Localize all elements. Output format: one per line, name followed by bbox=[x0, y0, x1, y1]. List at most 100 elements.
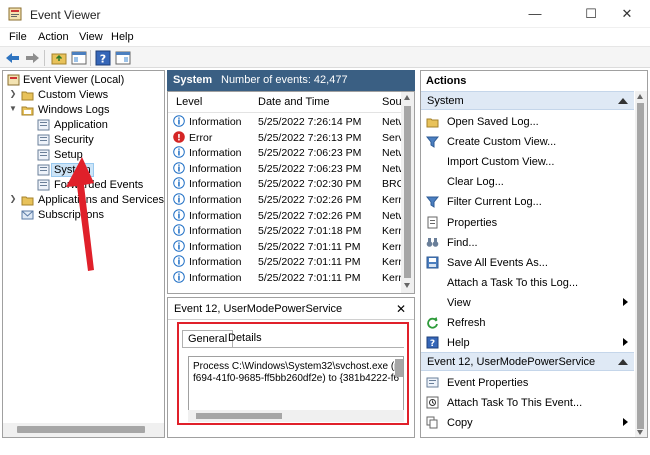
event-level: Information bbox=[189, 209, 242, 222]
binoculars-icon bbox=[426, 237, 439, 247]
event-date-time: 5/25/2022 7:06:23 PM bbox=[258, 147, 362, 160]
action-open-saved-log[interactable]: Open Saved Log... bbox=[421, 111, 634, 131]
log-header: System Number of events: 42,477 bbox=[167, 70, 415, 91]
refresh-icon bbox=[427, 317, 438, 329]
action-help[interactable]: ? Help bbox=[421, 332, 634, 352]
event-viewer-icon bbox=[7, 74, 20, 86]
event-row[interactable]: i Information 5/25/2022 7:06:23 PM Netw bbox=[168, 145, 408, 161]
log-icon bbox=[37, 119, 50, 131]
blank-icon bbox=[426, 276, 439, 289]
close-button[interactable]: ✕ bbox=[604, 0, 650, 28]
action-label: Create Custom View... bbox=[447, 136, 557, 149]
menu-action[interactable]: Action bbox=[38, 31, 69, 43]
menu-file[interactable]: File bbox=[9, 31, 27, 43]
help-toolbar-icon[interactable]: ? bbox=[94, 49, 112, 67]
action-attach-a-task-to-this-log[interactable]: Attach a Task To this Log... bbox=[421, 272, 634, 292]
event-date-time: 5/25/2022 7:01:11 PM bbox=[258, 256, 361, 269]
event-row[interactable]: ! Error 5/25/2022 7:26:13 PM Serv bbox=[168, 130, 408, 146]
action-filter-current-log[interactable]: Filter Current Log... bbox=[421, 191, 634, 211]
action-refresh[interactable]: Refresh bbox=[421, 312, 634, 332]
actions-pane: Actions System Open Saved Log... Create Cu… bbox=[420, 70, 648, 438]
action-label: Filter Current Log... bbox=[447, 196, 542, 209]
back-arrow-icon[interactable] bbox=[4, 49, 22, 67]
svg-text:i: i bbox=[178, 273, 181, 283]
attach-task-icon bbox=[426, 396, 439, 409]
event-count: Number of events: 42,477 bbox=[221, 74, 348, 86]
action-copy[interactable]: Copy bbox=[421, 412, 634, 432]
menu-help[interactable]: Help bbox=[111, 31, 134, 43]
chevron-right-icon[interactable]: ❯ bbox=[8, 89, 18, 98]
svg-text:i: i bbox=[178, 148, 181, 158]
submenu-arrow-icon bbox=[623, 338, 628, 347]
log-name: System bbox=[173, 74, 213, 86]
event-row[interactable]: i Information 5/25/2022 7:01:11 PM Kerr bbox=[168, 254, 408, 270]
event-row[interactable]: i Information 5/25/2022 7:02:30 PM BRC bbox=[168, 176, 408, 192]
detail-close-button[interactable]: ✕ bbox=[396, 302, 406, 316]
event-row[interactable]: i Information 5/25/2022 7:02:26 PM Netw bbox=[168, 208, 408, 224]
scroll-up-icon[interactable] bbox=[637, 94, 643, 99]
event-date-time: 5/25/2022 7:02:30 PM bbox=[258, 178, 362, 191]
event-row[interactable]: i Information 5/25/2022 7:06:23 PM Netw bbox=[168, 161, 408, 177]
collapse-arrow-icon[interactable] bbox=[618, 359, 628, 366]
tree-item-security[interactable]: Security bbox=[3, 133, 163, 148]
folder-open-icon bbox=[21, 106, 34, 116]
actions-vertical-scrollbar[interactable] bbox=[635, 91, 647, 437]
scrollbar-thumb[interactable] bbox=[637, 103, 644, 429]
event-level: Information bbox=[189, 194, 242, 206]
menu-bar: File Action View Help bbox=[0, 28, 650, 48]
action-attach-task-to-this-event[interactable]: Attach Task To This Event... bbox=[421, 392, 634, 412]
chevron-right-icon[interactable]: ❯ bbox=[8, 194, 18, 203]
column-level[interactable]: Level bbox=[176, 92, 202, 112]
svg-text:i: i bbox=[178, 180, 181, 190]
detail-title: Event 12, UserModePowerService bbox=[174, 303, 343, 315]
column-source[interactable]: Sou bbox=[382, 92, 402, 112]
information-icon: i bbox=[173, 177, 185, 189]
detail-header: Event 12, UserModePowerService ✕ bbox=[168, 298, 414, 320]
event-source: Kerr bbox=[382, 240, 402, 253]
annotation-highlight-box bbox=[177, 322, 409, 425]
event-row[interactable]: i Information 5/25/2022 7:26:14 PM Netw bbox=[168, 114, 408, 130]
tree-item-custom-views[interactable]: ❯ Custom Views bbox=[3, 88, 163, 103]
actions-section-system[interactable]: System bbox=[421, 91, 634, 110]
action-label: Attach Task To This Event... bbox=[447, 397, 583, 410]
svg-text:i: i bbox=[178, 242, 181, 252]
chevron-down-icon[interactable]: ▼ bbox=[8, 104, 18, 113]
tree-item-windows-logs[interactable]: ▼ Windows Logs bbox=[3, 103, 163, 118]
up-folder-icon[interactable] bbox=[50, 49, 68, 67]
show-action-pane-icon[interactable] bbox=[114, 49, 132, 67]
toolbar: ? bbox=[0, 46, 650, 68]
event-level: Information bbox=[189, 116, 242, 128]
actions-section-event[interactable]: Event 12, UserModePowerService bbox=[421, 352, 634, 372]
event-row[interactable]: i Information 5/25/2022 7:02:26 PM Kerr bbox=[168, 192, 408, 208]
action-view[interactable]: View bbox=[421, 292, 634, 312]
minimize-button[interactable]: — bbox=[512, 0, 558, 28]
folder-icon bbox=[21, 91, 34, 101]
tree-horizontal-scrollbar[interactable] bbox=[3, 423, 164, 437]
event-row[interactable]: i Information 5/25/2022 7:01:18 PM Kerr bbox=[168, 223, 408, 239]
event-row[interactable]: i Information 5/25/2022 7:01:11 PM Kerr bbox=[168, 239, 408, 255]
action-create-custom-view[interactable]: Create Custom View... bbox=[421, 131, 634, 151]
event-list-vertical-scrollbar[interactable] bbox=[401, 92, 414, 293]
error-icon: ! bbox=[173, 130, 185, 143]
menu-view[interactable]: View bbox=[79, 31, 103, 43]
action-save-all-events-as[interactable]: Save All Events As... bbox=[421, 252, 634, 272]
scrollbar-thumb[interactable] bbox=[17, 426, 145, 433]
submenu-arrow-icon bbox=[623, 297, 628, 306]
forward-arrow-icon[interactable] bbox=[23, 49, 41, 67]
action-event-properties[interactable]: Event Properties bbox=[421, 372, 634, 392]
action-import-custom-view[interactable]: Import Custom View... bbox=[421, 151, 634, 171]
action-clear-log[interactable]: Clear Log... bbox=[421, 171, 634, 191]
show-hide-tree-icon[interactable] bbox=[70, 49, 88, 67]
tree-item-application[interactable]: Application bbox=[3, 118, 163, 133]
tree-item-event-viewer-local[interactable]: Event Viewer (Local) bbox=[3, 73, 163, 88]
scroll-down-icon[interactable] bbox=[404, 283, 410, 288]
scroll-up-icon[interactable] bbox=[404, 95, 410, 100]
event-row[interactable]: i Information 5/25/2022 7:01:11 PM Kerr bbox=[168, 270, 408, 286]
scroll-down-icon[interactable] bbox=[637, 430, 643, 435]
scrollbar-thumb[interactable] bbox=[404, 106, 411, 278]
column-date-time[interactable]: Date and Time bbox=[258, 92, 330, 112]
action-properties[interactable]: Properties bbox=[421, 212, 634, 232]
action-find[interactable]: Find... bbox=[421, 232, 634, 252]
collapse-arrow-icon[interactable] bbox=[618, 98, 628, 104]
action-label: Find... bbox=[447, 236, 478, 249]
